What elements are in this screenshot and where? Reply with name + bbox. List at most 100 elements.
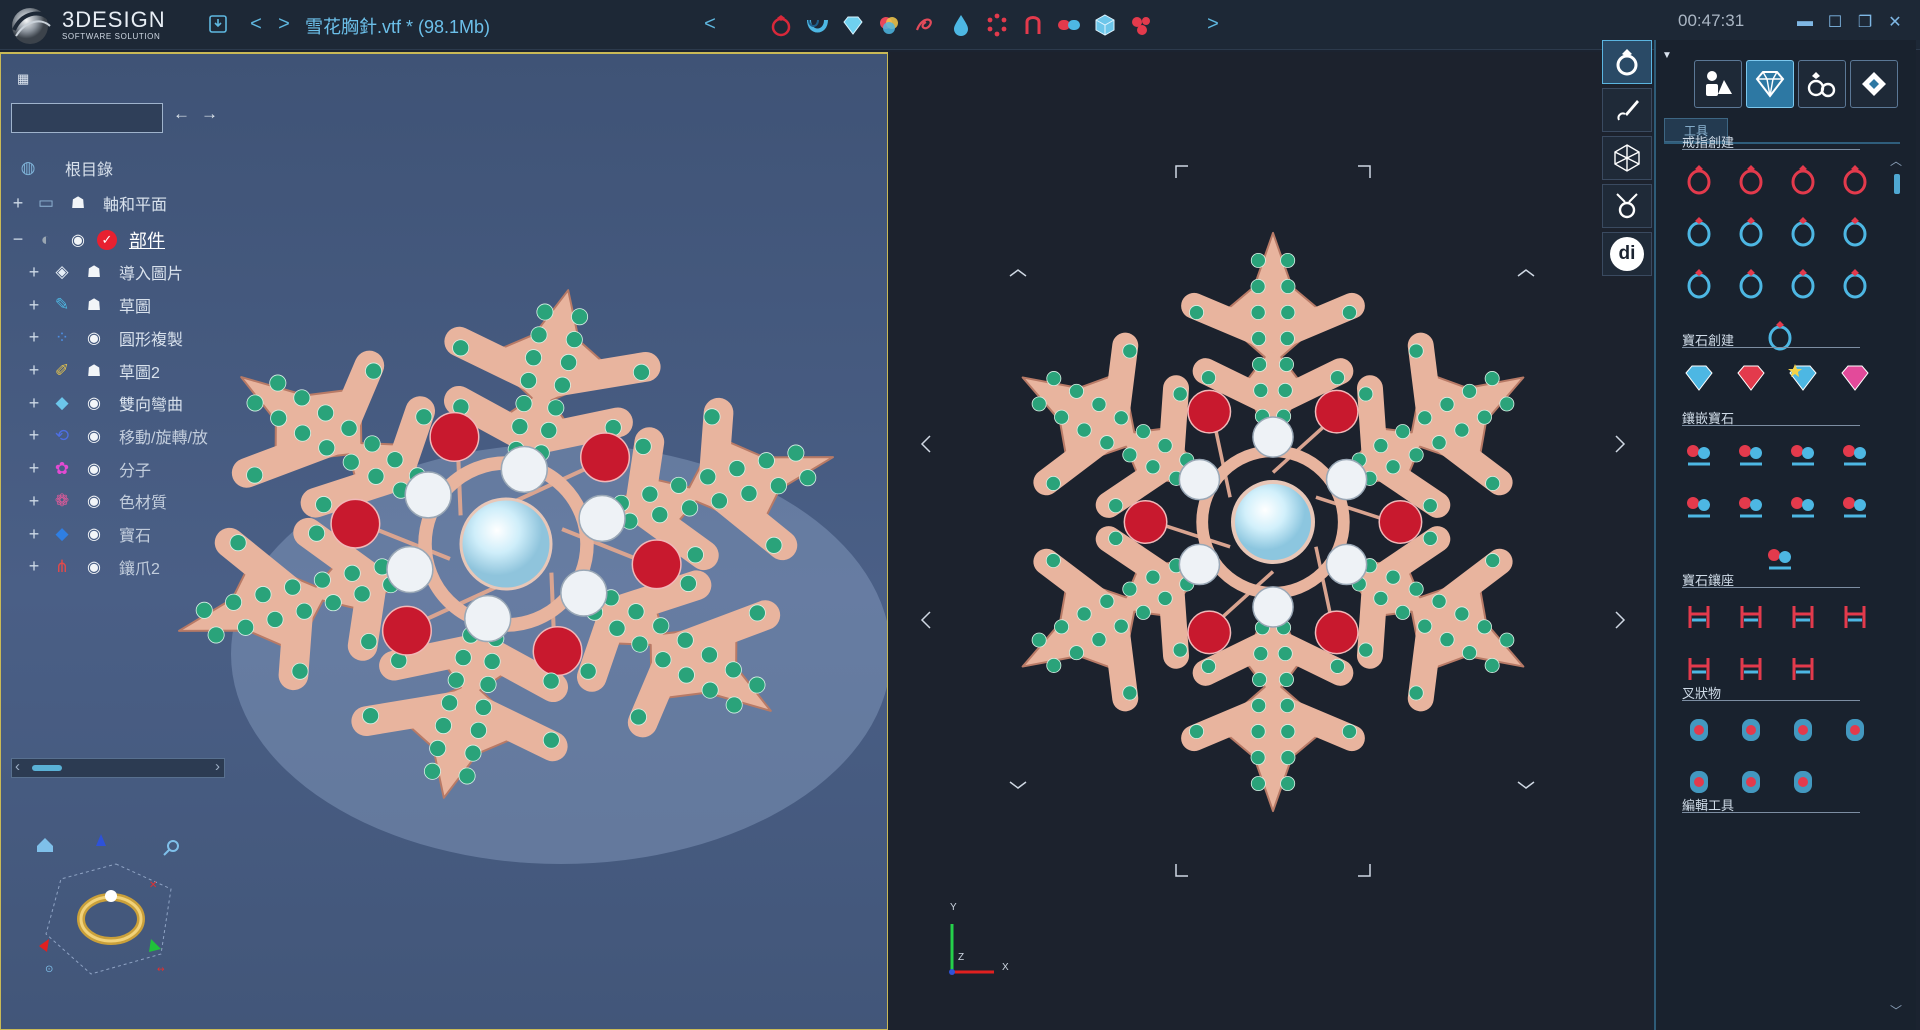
tree-item[interactable]: + ▭ ☗ 軸和平面 [9, 188, 167, 218]
eye-icon[interactable]: ◉ [81, 325, 107, 351]
pen-mode-icon[interactable] [1602, 88, 1652, 132]
di-mode-icon[interactable]: di [1602, 232, 1652, 276]
cube-icon[interactable] [1090, 10, 1120, 40]
bezel-oval-icon[interactable] [1780, 646, 1826, 692]
tree-back-button[interactable]: ← [173, 104, 190, 124]
scroll-up-icon[interactable]: ︿ [1890, 152, 1902, 169]
set-cluster-icon[interactable] [1676, 432, 1722, 478]
set-on-surface-icon[interactable] [1728, 432, 1774, 478]
scroll-down-icon[interactable]: ﹀ [1890, 1002, 1902, 1019]
expand-icon[interactable]: + [25, 458, 43, 478]
set-curve-icon[interactable] [1728, 484, 1774, 530]
gem-cluster-icon[interactable] [1126, 10, 1156, 40]
gem-red-icon[interactable] [1728, 354, 1774, 400]
prong-gem-icon[interactable] [1832, 707, 1878, 753]
ghost-icon[interactable]: ☗ [81, 259, 107, 285]
grid-menu-icon[interactable]: ▦ [17, 71, 29, 87]
eye-icon[interactable]: ◉ [81, 390, 107, 416]
ring-loop-icon[interactable] [1832, 208, 1878, 254]
eye-icon[interactable]: ◉ [81, 423, 107, 449]
gem-icon[interactable] [838, 10, 868, 40]
perspective-viewport[interactable]: ▦ ← → ◍ 根目錄 + ▭ ☗ 軸和平面 − ◐ ◉ ✓ 部件 + ◈ ☗ 導入圖片 + ✎ ☗ 草圖 + ⁘ ◉… [0, 52, 888, 1030]
bezel-arc-icon[interactable] [1728, 646, 1774, 692]
tree-item[interactable]: + ⟲ ◉ 移動/旋轉/放 [25, 421, 208, 451]
gem-star-icon[interactable] [1780, 354, 1826, 400]
tree-item[interactable]: + ◆ ◉ 寶石 [25, 519, 151, 549]
link-icon[interactable] [1054, 10, 1084, 40]
prong-icon[interactable] [1018, 10, 1048, 40]
mesh-mode-icon[interactable] [1602, 136, 1652, 180]
tree-search-input[interactable] [11, 103, 163, 133]
prong-ring-icon[interactable] [1728, 759, 1774, 805]
gem-multi-icon[interactable] [1832, 354, 1878, 400]
ring-oval-icon[interactable] [1728, 208, 1774, 254]
tools-prev-button[interactable]: < [697, 11, 723, 37]
ring-top-icon[interactable] [1780, 156, 1826, 202]
bezel-side-icon[interactable] [1832, 594, 1878, 640]
edit-curve-icon[interactable] [1733, 821, 1774, 835]
ring-dotted-icon[interactable] [1728, 156, 1774, 202]
tree-item[interactable]: + ◈ ☗ 導入圖片 [25, 257, 183, 287]
drop-icon[interactable] [946, 10, 976, 40]
eye-icon[interactable]: ◉ [81, 488, 107, 514]
gem-diamond-icon[interactable] [1676, 354, 1722, 400]
circle-pattern-icon[interactable] [982, 10, 1012, 40]
tree-item[interactable]: + ✎ ☗ 草圖 [25, 290, 151, 320]
expand-icon[interactable]: + [25, 262, 43, 282]
top-viewport[interactable]: Y X Z [890, 52, 1650, 1030]
tree-root[interactable]: ◍ 根目錄 [15, 153, 113, 183]
check-icon[interactable]: ✓ [97, 229, 117, 250]
ghost-icon[interactable]: ☗ [65, 190, 91, 216]
edit-spike-icon[interactable] [1846, 821, 1887, 835]
ghost-icon[interactable]: ☗ [81, 292, 107, 318]
set-grid-icon[interactable] [1832, 484, 1878, 530]
eye-icon[interactable]: ◉ [65, 227, 91, 253]
ring-twist-icon[interactable] [1676, 208, 1722, 254]
spiral-icon[interactable] [910, 10, 940, 40]
prong-cluster-icon[interactable] [1780, 707, 1826, 753]
ring-create-icon[interactable] [1676, 156, 1722, 202]
bezel-double-icon[interactable] [1728, 594, 1774, 640]
prong-oval-icon[interactable] [1780, 759, 1826, 805]
ring-gauge-icon[interactable] [1728, 260, 1774, 306]
set-flower-icon[interactable] [1780, 484, 1826, 530]
set-rail-icon[interactable] [1832, 432, 1878, 478]
edit-dots-icon[interactable] [1789, 821, 1830, 835]
panel-menu-icon[interactable]: ▼ [1662, 50, 1672, 61]
expand-icon[interactable]: + [25, 295, 43, 315]
set-down-icon[interactable] [1780, 432, 1826, 478]
minimize-icon[interactable]: ▬ [1792, 9, 1818, 35]
edit-measure-icon[interactable] [1676, 821, 1717, 835]
maximize-icon[interactable]: ☐ [1822, 9, 1848, 35]
bezel-cup-icon[interactable] [1780, 594, 1826, 640]
tree-item[interactable]: + ⋔ ◉ 鑲爪2 [25, 552, 160, 582]
nav-prev-button[interactable]: < [243, 11, 269, 37]
expand-icon[interactable]: + [25, 327, 43, 347]
tree-item[interactable]: + ✿ ◉ 分子 [25, 454, 151, 484]
tree-item[interactable]: + ❁ ◉ 色材質 [25, 486, 167, 516]
expand-icon[interactable]: + [25, 425, 43, 445]
expand-icon[interactable]: + [9, 193, 27, 213]
ring-bypass-icon[interactable] [1780, 260, 1826, 306]
home-view-icon[interactable] [37, 838, 53, 852]
set-bowl-icon[interactable] [1757, 536, 1803, 582]
expand-icon[interactable]: + [25, 524, 43, 544]
rings-category-icon[interactable] [1798, 60, 1846, 108]
render-mode-icon[interactable] [1602, 184, 1652, 228]
ring-mode-icon[interactable] [1602, 40, 1652, 84]
ring-band-icon[interactable] [1780, 208, 1826, 254]
color-mix-icon[interactable] [874, 10, 904, 40]
zoom-view-icon[interactable] [163, 840, 179, 856]
scroll-right-icon[interactable]: › [215, 758, 220, 775]
tree-item[interactable]: + ⁘ ◉ 圓形複製 [25, 323, 183, 353]
restore-icon[interactable]: ❐ [1852, 9, 1878, 35]
eye-icon[interactable]: ◉ [81, 521, 107, 547]
collapse-icon[interactable]: − [9, 229, 27, 249]
settings-category-icon[interactable] [1850, 60, 1898, 108]
tool-scroll-thumb[interactable] [1894, 174, 1900, 194]
prong-cylinder-icon[interactable] [1676, 707, 1722, 753]
shapes-category-icon[interactable] [1694, 60, 1742, 108]
set-channel-icon[interactable] [1676, 484, 1722, 530]
ghost-icon[interactable]: ☗ [81, 358, 107, 384]
close-icon[interactable]: ✕ [1882, 9, 1908, 35]
